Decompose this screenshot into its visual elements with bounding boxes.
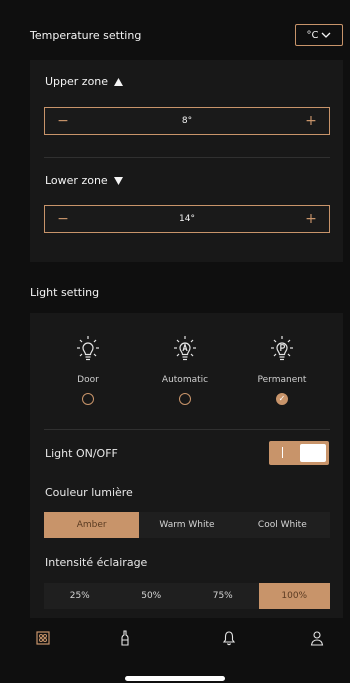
chevron-down-icon [322, 32, 331, 38]
lower-zone-label: Lower zone [45, 174, 108, 187]
lower-zone-value: 14° [179, 214, 195, 224]
light-mode-permanent[interactable]: Permanent ✓ [234, 335, 330, 405]
light-section-title: Light setting [30, 286, 100, 299]
bulb-icon [77, 336, 99, 361]
unit-value: °C [306, 29, 319, 41]
light-divider [44, 429, 330, 430]
triangle-down-icon [113, 176, 123, 185]
lower-zone-increase-button[interactable]: + [303, 211, 319, 227]
bulb-p-icon [271, 336, 293, 361]
checkmark-icon: ✓ [278, 394, 286, 403]
light-onoff-label: Light ON/OFF [45, 447, 118, 460]
upper-zone-stepper: − 8° + [44, 107, 330, 135]
zone-divider [44, 157, 330, 158]
intensity-option-25[interactable]: 25% [44, 583, 116, 609]
color-option-cool-white[interactable]: Cool White [235, 512, 330, 538]
upper-zone-label-row: Upper zone [45, 75, 124, 88]
light-onoff-toggle[interactable] [269, 441, 329, 465]
lower-zone-decrease-button[interactable]: − [55, 211, 71, 227]
upper-zone-decrease-button[interactable]: − [55, 113, 71, 129]
home-indicator [125, 676, 225, 681]
lower-zone-stepper: − 14° + [44, 205, 330, 233]
wine-cellar-icon[interactable] [35, 630, 51, 646]
light-color-segmented: Amber Warm White Cool White [44, 512, 330, 538]
lower-zone-label-row: Lower zone [45, 174, 123, 187]
light-mode-radio[interactable] [179, 393, 191, 405]
light-panel: Door Automatic Permanent ✓ Light ON/OFF … [30, 313, 343, 618]
light-mode-label: Automatic [161, 375, 209, 385]
light-mode-group: Door Automatic Permanent ✓ [40, 335, 330, 405]
light-color-label: Couleur lumière [45, 486, 133, 499]
bottle-icon[interactable] [117, 630, 133, 646]
light-mode-radio[interactable] [82, 393, 94, 405]
light-mode-label: Door [77, 375, 99, 385]
toggle-knob [300, 444, 326, 462]
intensity-option-100[interactable]: 100% [258, 583, 330, 609]
color-option-warm-white[interactable]: Warm White [139, 512, 234, 538]
upper-zone-label: Upper zone [45, 75, 109, 88]
temperature-section-title: Temperature setting [30, 29, 142, 42]
temperature-panel: Upper zone − 8° + Lower zone − 14° + [30, 60, 343, 262]
user-icon[interactable] [309, 630, 325, 646]
color-option-amber[interactable]: Amber [44, 512, 140, 538]
bulb-a-icon [174, 336, 196, 361]
light-mode-door[interactable]: Door [40, 335, 136, 405]
light-mode-automatic[interactable]: Automatic [137, 335, 233, 405]
upper-zone-increase-button[interactable]: + [303, 113, 319, 129]
upper-zone-value: 8° [181, 116, 193, 126]
toggle-on-mark [282, 447, 283, 458]
unit-dropdown[interactable]: °C [295, 24, 343, 46]
intensity-option-75[interactable]: 75% [187, 583, 259, 609]
light-intensity-label: Intensité éclairage [45, 556, 148, 569]
light-mode-radio-selected[interactable]: ✓ [276, 393, 288, 405]
triangle-up-icon [114, 77, 124, 86]
light-intensity-segmented: 25% 50% 75% 100% [44, 583, 330, 609]
light-mode-label: Permanent [257, 375, 307, 385]
bottom-nav [0, 622, 350, 654]
bell-icon[interactable] [221, 630, 237, 646]
intensity-option-50[interactable]: 50% [116, 583, 188, 609]
